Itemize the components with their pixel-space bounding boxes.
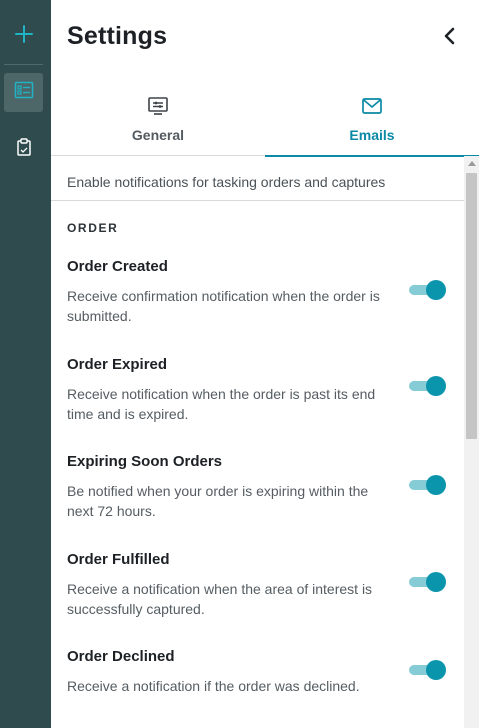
tab-emails-label: Emails <box>349 127 395 143</box>
intro-text: Enable notifications for tasking orders … <box>67 174 386 190</box>
toggle-order-fulfilled[interactable] <box>409 572 447 592</box>
scroll-up-arrow-icon[interactable] <box>468 161 476 166</box>
notification-item-order-created: Order Created Receive confirmation notif… <box>67 258 457 326</box>
app-rail <box>0 0 51 728</box>
toggle-order-declined[interactable] <box>409 660 447 680</box>
settings-panel: Settings General Emails Enable notificat… <box>51 0 479 728</box>
task-list-icon <box>14 80 34 105</box>
settings-tabs: General Emails <box>51 90 479 157</box>
notifications-list[interactable]: Enable notifications for tasking orders … <box>51 156 479 728</box>
notification-title: Order Expired <box>67 356 168 373</box>
tab-emails[interactable]: Emails <box>265 90 479 157</box>
notification-description: Receive confirmation notification when t… <box>67 288 380 324</box>
chevron-left-icon <box>443 27 457 50</box>
scrollbar-thumb[interactable] <box>466 173 477 439</box>
notification-description: Receive a notification if the order was … <box>67 678 360 694</box>
notification-title: Order Fulfilled <box>67 551 170 568</box>
notification-item-expiring-soon: Expiring Soon Orders Be notified when yo… <box>67 453 457 521</box>
notification-title: Order Declined <box>67 648 175 665</box>
notification-title: Order Created <box>67 258 168 275</box>
toggle-knob <box>426 376 446 396</box>
toggle-order-expired[interactable] <box>409 376 447 396</box>
notification-item-order-expired: Order Expired Receive notification when … <box>67 356 457 424</box>
toggle-order-created[interactable] <box>409 280 447 300</box>
toggle-knob <box>426 280 446 300</box>
plus-icon <box>14 24 34 49</box>
toggle-knob <box>426 475 446 495</box>
notification-item-order-fulfilled: Order Fulfilled Receive a notification w… <box>67 551 457 619</box>
tasks-button[interactable] <box>4 73 43 112</box>
page-title: Settings <box>67 22 168 50</box>
mail-icon <box>361 96 383 121</box>
clipboard-icon <box>16 138 32 161</box>
toggle-knob <box>426 660 446 680</box>
settings-panel-icon <box>147 96 169 121</box>
tab-general-label: General <box>131 127 185 143</box>
tab-general[interactable]: General <box>51 90 265 155</box>
toggle-expiring-soon[interactable] <box>409 475 447 495</box>
rail-divider <box>4 64 43 65</box>
intro-divider <box>51 200 464 201</box>
toggle-knob <box>426 572 446 592</box>
notification-title: Expiring Soon Orders <box>67 453 223 470</box>
section-heading-order: ORDER <box>67 221 119 235</box>
scrollbar[interactable] <box>464 156 479 728</box>
close-panel-button[interactable] <box>435 23 465 53</box>
notification-description: Receive notification when the order is p… <box>67 386 376 422</box>
add-button[interactable] <box>4 17 43 56</box>
notification-item-order-declined: Order Declined Receive a notification if… <box>67 648 457 696</box>
orders-button[interactable] <box>4 130 43 169</box>
notification-description: Be notified when your order is expiring … <box>67 483 369 519</box>
notification-description: Receive a notification when the area of … <box>67 581 373 617</box>
